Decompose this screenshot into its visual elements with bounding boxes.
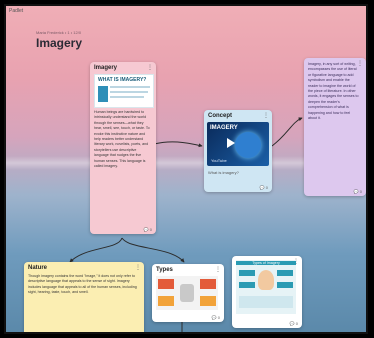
youtube-label: YouTube bbox=[211, 158, 227, 163]
comment-count[interactable]: 💬 0 bbox=[290, 321, 298, 326]
more-options-icon[interactable]: ⋮ bbox=[135, 264, 141, 271]
types-infographic[interactable] bbox=[156, 276, 218, 310]
more-options-icon[interactable]: ⋮ bbox=[215, 266, 221, 273]
card-definition[interactable]: ⋮ Imagery, in any sort of writing, encom… bbox=[304, 58, 366, 196]
comment-icon: 💬 bbox=[353, 189, 359, 194]
comment-icon: 💬 bbox=[289, 321, 295, 326]
card-title: Nature bbox=[28, 265, 48, 271]
card-body-text: Though imagery contains the word "image,… bbox=[28, 274, 137, 295]
comment-count[interactable]: 💬 0 bbox=[354, 189, 362, 194]
card-image[interactable]: WHAT IS IMAGERY? bbox=[94, 74, 154, 108]
face-graphic bbox=[235, 132, 261, 158]
more-options-icon[interactable]: ⋮ bbox=[263, 112, 269, 119]
card-title: Concept bbox=[208, 113, 232, 119]
comment-count[interactable]: 💬 0 bbox=[260, 185, 268, 190]
connector-imagery-nature bbox=[69, 237, 123, 263]
connector-concept-definition bbox=[271, 117, 303, 147]
card-concept[interactable]: Concept ⋮ IMAGERY YouTube What is imager… bbox=[204, 110, 272, 192]
comment-icon: 💬 bbox=[211, 315, 217, 320]
comment-icon: 💬 bbox=[143, 227, 149, 232]
comment-icon: 💬 bbox=[259, 185, 265, 190]
video-thumbnail[interactable]: IMAGERY YouTube bbox=[207, 122, 269, 166]
card-types[interactable]: Types ⋮ 💬 0 bbox=[152, 264, 224, 322]
card-imagery[interactable]: Imagery ⋮ WHAT IS IMAGERY? Human beings … bbox=[90, 62, 156, 234]
infographic-title: Types of Imagery bbox=[236, 261, 296, 265]
padlet-board: Padlet Maria Frederick • 1 • 12/0 Imager… bbox=[4, 4, 368, 334]
comment-count[interactable]: 💬 0 bbox=[212, 315, 220, 320]
comment-count[interactable]: 💬 0 bbox=[144, 227, 152, 232]
connector-imagery-types bbox=[121, 237, 185, 263]
video-title-text: IMAGERY bbox=[210, 125, 238, 131]
card-types-of-imagery[interactable]: ⋮ Types of Imagery 💬 0 bbox=[232, 256, 302, 328]
more-options-icon[interactable]: ⋮ bbox=[147, 64, 153, 71]
card-image-caption: WHAT IS IMAGERY? bbox=[98, 77, 147, 83]
play-icon[interactable] bbox=[227, 138, 235, 148]
card-title: Imagery bbox=[94, 65, 118, 71]
card-body-text: Imagery, in any sort of writing, encompa… bbox=[308, 62, 359, 121]
card-nature[interactable]: Nature ⋮ Though imagery contains the wor… bbox=[24, 262, 144, 332]
card-title: Types bbox=[156, 267, 173, 273]
card-body-text: Human beings are hardwired to intrinsica… bbox=[94, 110, 150, 169]
connector-imagery-concept bbox=[153, 141, 203, 148]
types-of-imagery-infographic[interactable]: Types of Imagery bbox=[236, 260, 296, 314]
video-caption: What is imagery? bbox=[208, 170, 239, 175]
